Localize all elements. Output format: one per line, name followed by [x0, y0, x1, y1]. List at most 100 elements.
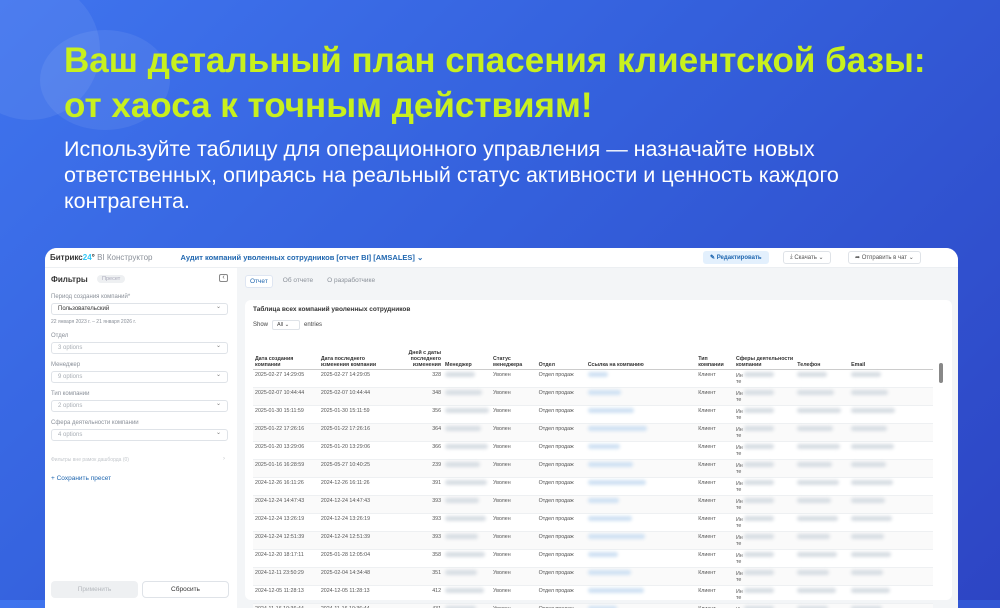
type-cell: Клиент — [696, 405, 734, 424]
outside-filters-link[interactable]: Фильтры вне рамок дашборда (0) — [51, 457, 129, 463]
phone-cell — [795, 513, 850, 532]
phone-cell — [795, 387, 850, 406]
manager-cell — [443, 369, 492, 388]
collapse-sidebar-icon[interactable]: ‹ — [219, 274, 228, 282]
download-button[interactable]: ⤓ Скачать ⌄ — [783, 251, 831, 264]
table-panel: Таблица всех компаний уволенных сотрудни… — [245, 300, 952, 608]
table-row: 2025-01-22 17:26:16 2025-01-22 17:26:16 36… — [253, 423, 933, 442]
type-cell: Клиент — [696, 531, 734, 550]
save-preset-link[interactable]: + Сохранить пресет — [51, 475, 111, 482]
type-select[interactable]: 2 options — [51, 400, 228, 412]
column-header[interactable]: Дней с даты последнего изменения — [395, 335, 444, 370]
sphere-cell: Ин те — [733, 459, 796, 478]
report-title-dropdown[interactable]: Аудит компаний уволенных сотрудников [от… — [180, 253, 423, 262]
tab-report[interactable]: Отчет — [245, 275, 273, 288]
column-header[interactable]: Телефон — [795, 335, 850, 370]
type-cell: Клиент — [696, 513, 734, 532]
apply-button[interactable]: Применить — [51, 581, 138, 598]
created-cell: 2024-12-26 16:11:26 — [253, 477, 319, 496]
period-range: 22 января 2023 г. – 21 января 2026 г. — [51, 319, 137, 325]
company-link-cell[interactable] — [585, 549, 697, 568]
column-header[interactable]: Сферы деятельности компании — [733, 335, 796, 370]
company-link-cell[interactable] — [585, 495, 697, 514]
sphere-cell: Ин те — [733, 603, 796, 608]
column-header[interactable]: Дата создания компании — [253, 335, 319, 370]
changed-cell: 2024-12-05 11:28:13 — [318, 585, 396, 604]
email-cell — [849, 477, 933, 496]
dept-select[interactable]: 3 options — [51, 342, 228, 354]
dept-cell: Отдел продаж — [536, 477, 586, 496]
created-cell: 2025-01-30 15:11:59 — [253, 405, 319, 424]
manager-cell — [443, 387, 492, 406]
manager-cell — [443, 531, 492, 550]
table-row: 2024-12-24 13:26:19 2024-12-24 13:26:19 39… — [253, 513, 933, 532]
days-cell: 364 — [395, 423, 444, 442]
type-cell: Клиент — [696, 441, 734, 460]
company-link-cell[interactable] — [585, 567, 697, 586]
edit-button[interactable]: ✎ Редактировать — [703, 251, 769, 264]
column-header[interactable]: Статус менеджера — [491, 335, 537, 370]
scrollbar[interactable] — [939, 363, 943, 383]
company-link-cell[interactable] — [585, 387, 697, 406]
company-link-cell[interactable] — [585, 369, 697, 388]
email-cell — [849, 531, 933, 550]
company-link-cell[interactable] — [585, 603, 697, 608]
manager-cell — [443, 477, 492, 496]
column-header[interactable]: Отдел — [536, 335, 586, 370]
entries-control: Show All ⌄ entries — [253, 320, 322, 330]
tab-about-developer[interactable]: О разработчике — [323, 275, 379, 288]
phone-cell — [795, 585, 850, 604]
phone-cell — [795, 603, 850, 608]
period-select[interactable]: Пользовательский — [51, 303, 228, 315]
show-label: Show — [253, 322, 269, 328]
created-cell: 2024-12-24 12:51:39 — [253, 531, 319, 550]
preset-badge[interactable]: Пресет — [97, 275, 126, 283]
filters-sidebar: Фильтры Пресет ‹ Период создания компани… — [45, 268, 237, 608]
days-cell: 348 — [395, 387, 444, 406]
company-link-cell[interactable] — [585, 441, 697, 460]
app-window: Битрикс24° BI Конструктор Аудит компаний… — [45, 248, 958, 608]
phone-cell — [795, 423, 850, 442]
type-cell: Клиент — [696, 369, 734, 388]
column-header[interactable]: Email — [849, 335, 933, 370]
entries-select[interactable]: All ⌄ — [272, 320, 301, 330]
table-row: 2024-12-11 23:50:29 2025-02-04 14:34:48 35… — [253, 567, 933, 586]
company-link-cell[interactable] — [585, 513, 697, 532]
dept-cell: Отдел продаж — [536, 459, 586, 478]
sphere-select[interactable]: 4 options — [51, 429, 228, 441]
type-cell: Клиент — [696, 585, 734, 604]
sphere-cell: Ин те — [733, 477, 796, 496]
changed-cell: 2024-11-16 10:36:44 — [318, 603, 396, 608]
status-cell: Уволен — [491, 495, 537, 514]
changed-cell: 2025-05-27 10:40:25 — [318, 459, 396, 478]
status-cell: Уволен — [491, 567, 537, 586]
created-cell: 2024-11-16 10:36:44 — [253, 603, 319, 608]
tab-about-report[interactable]: Об отчете — [279, 275, 317, 288]
table-row: 2024-12-24 12:51:39 2024-12-24 12:51:39 39… — [253, 531, 933, 550]
company-link-cell[interactable] — [585, 531, 697, 550]
column-header[interactable]: Ссылка на компанию — [585, 335, 697, 370]
changed-cell: 2024-12-24 14:47:43 — [318, 495, 396, 514]
send-to-chat-button[interactable]: ➦ Отправить в чат ⌄ — [848, 251, 921, 264]
column-header[interactable]: Тип компании — [696, 335, 734, 370]
phone-cell — [795, 369, 850, 388]
created-cell: 2024-12-05 11:28:13 — [253, 585, 319, 604]
table-row: 2024-12-20 18:17:11 2025-01-28 12:05:04 35… — [253, 549, 933, 568]
column-header[interactable]: Дата последнего изменения компании — [318, 335, 396, 370]
company-link-cell[interactable] — [585, 459, 697, 478]
created-cell: 2025-02-07 10:44:44 — [253, 387, 319, 406]
sphere-cell: Ин те — [733, 387, 796, 406]
email-cell — [849, 441, 933, 460]
manager-select[interactable]: 9 options — [51, 371, 228, 383]
company-link-cell[interactable] — [585, 585, 697, 604]
period-label: Период создания компаний* — [51, 294, 131, 300]
dept-cell: Отдел продаж — [536, 549, 586, 568]
reset-button[interactable]: Сбросить — [142, 581, 229, 598]
dept-cell: Отдел продаж — [536, 387, 586, 406]
company-link-cell[interactable] — [585, 477, 697, 496]
column-header[interactable]: Менеджер — [443, 335, 492, 370]
created-cell: 2024-12-20 18:17:11 — [253, 549, 319, 568]
manager-label: Менеджер — [51, 362, 81, 368]
company-link-cell[interactable] — [585, 405, 697, 424]
company-link-cell[interactable] — [585, 423, 697, 442]
